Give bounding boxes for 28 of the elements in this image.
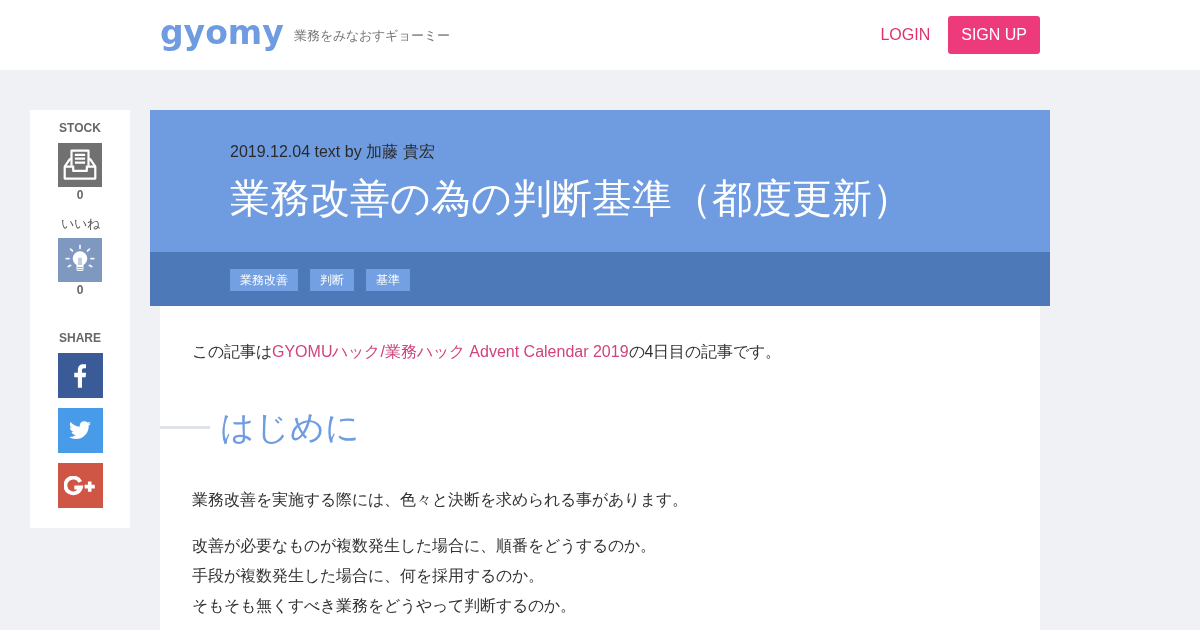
login-link[interactable]: LOGIN	[880, 26, 931, 44]
stock-button[interactable]	[58, 143, 102, 187]
facebook-f-icon	[74, 363, 86, 388]
bird-icon	[69, 421, 91, 440]
twitter-share-button[interactable]	[57, 408, 103, 453]
like-count: 0	[76, 283, 84, 297]
intro-sentence: この記事はGYOMUハック/業務ハック Advent Calendar 2019の4日目の記事です。	[192, 342, 783, 362]
facebook-share-button[interactable]	[57, 353, 103, 398]
calendar-link[interactable]: GYOMUハック/業務ハック Advent Calendar 2019	[272, 343, 629, 360]
body-paragraph: 業務改善を実施する際には、色々と決断を求められる事があります。	[192, 490, 689, 510]
site-logo[interactable]: gyomy	[160, 13, 284, 53]
google-plus-share-button[interactable]	[57, 463, 103, 508]
signup-button[interactable]: SIGN UP	[948, 16, 1040, 54]
article-meta: 2019.12.04 text by 加藤 貴宏	[230, 142, 436, 162]
like-label: いいね	[60, 216, 100, 232]
g-plus-icon	[64, 475, 96, 496]
body-paragraph: 改善が必要なものが複数発生した場合に、順番をどうするのか。 手段が複数発生した場合に、何を採用するのか。 そもそも無くすべき業務をどうやって判断するのか。	[192, 536, 657, 616]
tag-chip[interactable]: 判断	[310, 269, 354, 291]
article-title: 業務改善の為の判断基準（都度更新）	[230, 175, 913, 222]
section-heading: はじめに	[220, 407, 360, 448]
tray-icon	[63, 148, 97, 182]
tag-chip[interactable]: 基準	[366, 269, 410, 291]
like-button[interactable]	[58, 238, 102, 282]
share-label: SHARE	[59, 330, 101, 346]
stock-count: 0	[76, 188, 84, 202]
site-tagline: 業務をみなおすギョーミー	[293, 27, 450, 45]
stock-label: STOCK	[59, 120, 101, 136]
tag-chip[interactable]: 業務改善	[230, 269, 298, 291]
